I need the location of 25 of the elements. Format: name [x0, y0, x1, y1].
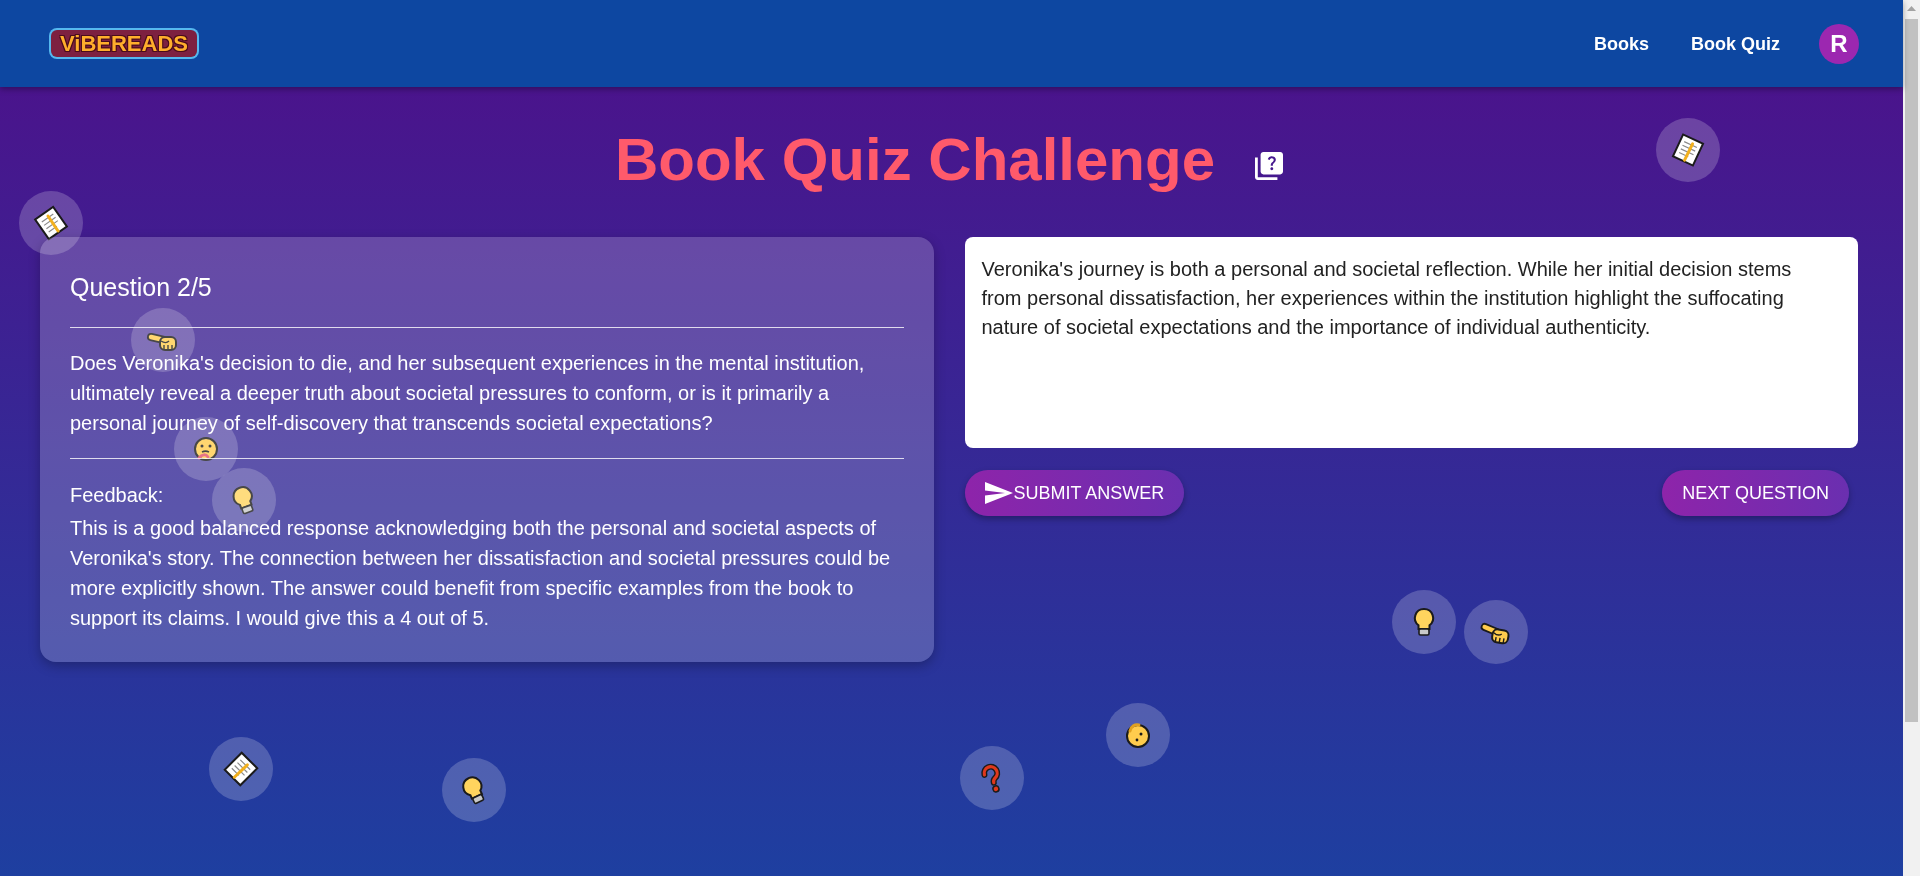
submit-answer-button[interactable]: SUBMIT ANSWER — [964, 470, 1185, 516]
feedback-text: This is a good balanced response acknowledging both the personal and societal aspects of Veronika's story. The connection between her dissatisfaction and societal pressures could be more explicitly shown. The answer could benefit from specific examples from the book to support its claims. I would give this a 4 out of 5. — [70, 516, 892, 631]
brand-logo[interactable]: ViBEREADS — [51, 30, 197, 57]
next-question-button[interactable]: NEXT QUESTION — [1662, 470, 1849, 516]
nav-link[interactable]: Book Quiz — [1691, 32, 1780, 55]
user-avatar[interactable]: R — [1819, 23, 1859, 64]
lightbulb-icon — [1392, 590, 1456, 654]
lightbulb-icon — [442, 758, 506, 822]
question-heading: Question 2/5 — [70, 272, 212, 302]
send-icon — [984, 482, 1013, 504]
pointing-hand-icon — [1464, 600, 1528, 664]
paper-pencil-icon — [1656, 118, 1720, 182]
answer-field[interactable]: Veronika's journey is both a personal and societal reflection. While her initial decision stems from personal dissatisfaction, her experiences within the institution highlight the suffocating nature of societal expectations and the importance of individual authenticity. — [964, 237, 1858, 448]
quiz-icon — [1255, 152, 1284, 180]
scrollbar[interactable] — [1903, 0, 1920, 876]
paper-pencil-icon — [209, 737, 273, 801]
question-text: Does Veronika's decision to die, and her subsequent experiences in the mental institution, ultimately reveal a deeper truth about societal pressures to conform, or is it primarily a personal journey of self-discovery that transcends societal expectations? — [70, 351, 866, 436]
paper-pencil-icon — [19, 191, 83, 255]
face-icon — [1106, 703, 1170, 767]
question-mark-icon — [960, 746, 1024, 810]
nav-link[interactable]: Books — [1594, 32, 1649, 55]
scrollbar-thumb[interactable] — [1905, 19, 1918, 722]
page-title: Book Quiz Challenge — [614, 125, 1216, 195]
scroll-up-icon[interactable] — [1907, 6, 1916, 11]
feedback-label: Feedback: — [70, 483, 164, 508]
